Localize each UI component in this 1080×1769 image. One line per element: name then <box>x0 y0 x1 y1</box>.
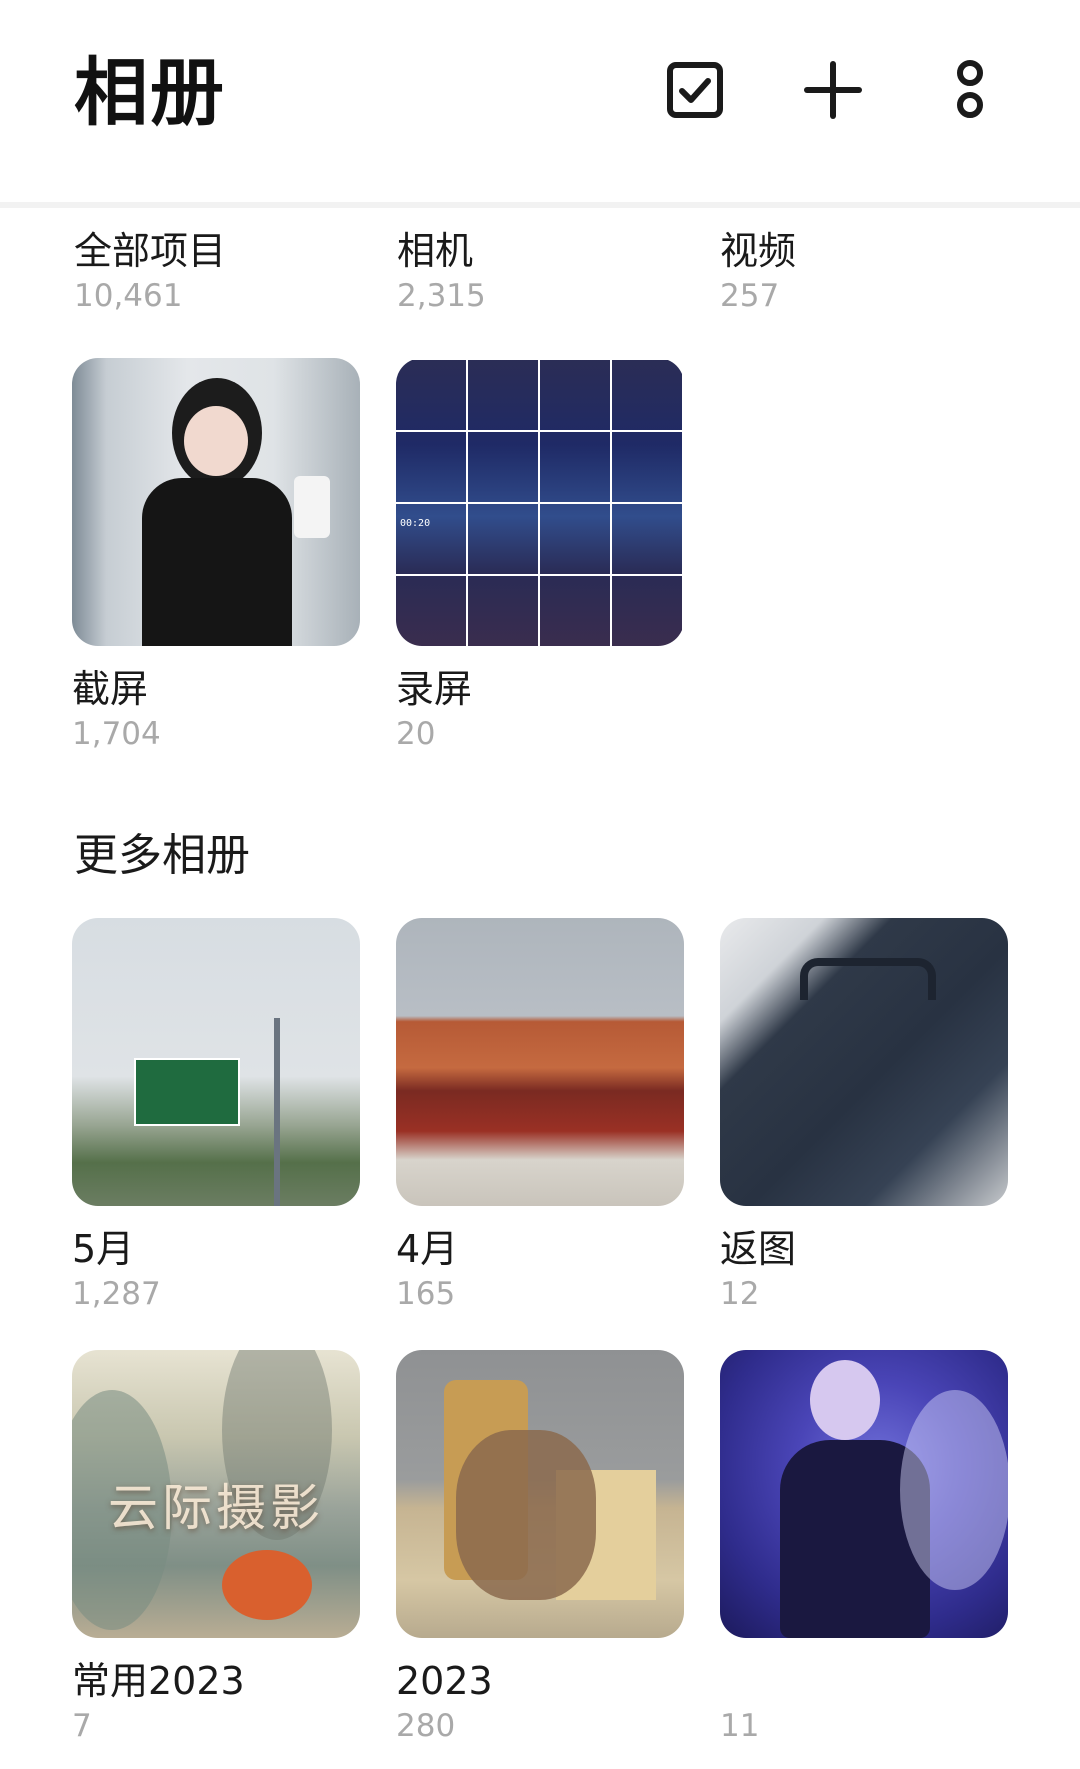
thumbnail-watermark: 云际摄影 <box>108 1479 324 1537</box>
album-name: 2023 <box>396 1659 493 1703</box>
album-count: 20 <box>396 716 436 752</box>
album-common-2023[interactable]: 云际摄影 常用2023 7 <box>72 1350 360 1746</box>
album-thumbnail: 云际摄影 <box>72 1350 360 1638</box>
album-thumbnail <box>396 1350 684 1638</box>
album-videos[interactable]: 视频 257 <box>720 228 1008 316</box>
album-thumbnail: 00:20 <box>396 358 684 646</box>
album-count: 12 <box>720 1276 760 1312</box>
more-vertical-icon <box>957 60 983 118</box>
album-name: 4月 <box>396 1227 459 1271</box>
album-name: 全部项目 <box>74 229 227 273</box>
album-unnamed[interactable]: 11 <box>720 1350 1008 1746</box>
album-count: 7 <box>72 1708 92 1744</box>
album-april[interactable]: 4月 165 <box>396 918 684 1314</box>
album-count: 1,704 <box>72 716 161 752</box>
album-name: 返图 <box>720 1227 797 1271</box>
album-count: 280 <box>396 1708 456 1744</box>
album-returned-photos[interactable]: 返图 12 <box>720 918 1008 1314</box>
album-screenshots[interactable]: 截屏 1,704 <box>72 358 360 754</box>
album-name: 录屏 <box>396 667 473 711</box>
page-title: 相册 <box>74 50 226 136</box>
album-thumbnail <box>720 1350 1008 1638</box>
album-thumbnail <box>72 358 360 646</box>
album-name: 常用2023 <box>72 1659 245 1703</box>
album-thumbnail <box>72 918 360 1206</box>
album-count: 2,315 <box>397 278 486 314</box>
album-thumbnail <box>720 918 1008 1206</box>
album-name: 截屏 <box>72 667 149 711</box>
plus-icon <box>804 61 862 119</box>
album-thumbnail <box>396 918 684 1206</box>
checkbox-icon <box>667 62 723 118</box>
album-count: 10,461 <box>74 278 183 314</box>
album-2023[interactable]: 2023 280 <box>396 1350 684 1746</box>
album-camera[interactable]: 相机 2,315 <box>397 228 685 316</box>
album-name: 相机 <box>397 229 474 273</box>
album-name: 视频 <box>720 229 797 273</box>
app-header: 相册 <box>0 0 1080 208</box>
album-may[interactable]: 5月 1,287 <box>72 918 360 1314</box>
album-count: 1,287 <box>72 1276 161 1312</box>
album-count: 11 <box>720 1708 760 1744</box>
album-count: 257 <box>720 278 780 314</box>
section-title-more-albums: 更多相册 <box>74 830 250 881</box>
video-duration: 00:20 <box>400 518 431 529</box>
add-button[interactable] <box>793 50 873 130</box>
more-button[interactable] <box>930 50 1010 130</box>
album-all-items[interactable]: 全部项目 10,461 <box>74 228 362 316</box>
album-screen-recordings[interactable]: 00:20 录屏 20 <box>396 358 684 754</box>
album-name <box>720 1658 1008 1704</box>
select-button[interactable] <box>655 50 735 130</box>
album-count: 165 <box>396 1276 456 1312</box>
album-name: 5月 <box>72 1227 135 1271</box>
